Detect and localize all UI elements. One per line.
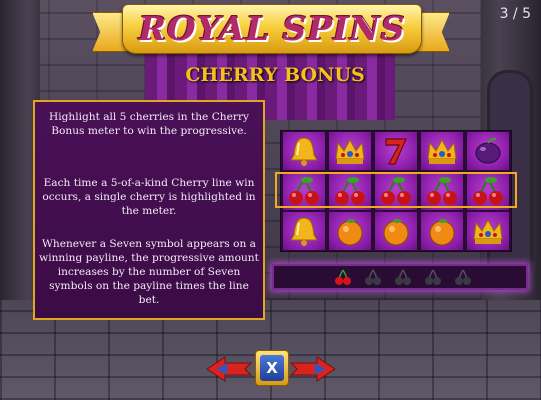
orange-icon [421, 212, 463, 250]
bell-icon [283, 212, 325, 250]
slot-reels [275, 130, 517, 252]
crown-icon [421, 132, 463, 170]
meter-cherry-icon [364, 268, 382, 286]
cherry-icon [329, 172, 371, 210]
info-paragraph: Whenever a Seven symbol appears on a win… [39, 238, 259, 306]
meter-cherry-icon [424, 268, 442, 286]
section-title: CHERRY BONUS [185, 64, 365, 86]
meter-cherry-icon [334, 268, 352, 286]
game-scene: ROYAL SPINS 3 / 5 CHERRY BONUS Highlight… [0, 0, 541, 400]
page-indicator: 3 / 5 [499, 6, 531, 22]
bell-icon [283, 132, 325, 170]
cherry-bonus-meter [272, 264, 528, 290]
arrow-right-icon[interactable] [289, 356, 337, 382]
close-button[interactable]: X [255, 350, 289, 386]
plum-icon [467, 132, 509, 170]
cherry-icon [283, 172, 325, 210]
game-logo: ROYAL SPINS [138, 9, 406, 48]
cherry-icon [421, 172, 463, 210]
logo-banner: ROYAL SPINS [92, 2, 450, 60]
help-navigation: X [205, 350, 337, 386]
info-paragraph: Each time a 5-of-a-kind Cherry line win … [42, 177, 256, 217]
reel-row [281, 171, 511, 211]
meter-cherry-icon [394, 268, 412, 286]
orange-icon [329, 212, 371, 250]
info-paragraph: Highlight all 5 cherries in the Cherry B… [48, 111, 250, 137]
arrow-left-icon[interactable] [205, 356, 253, 382]
cherry-icon [467, 172, 509, 210]
orange-icon [375, 212, 417, 250]
reel-row [281, 211, 511, 251]
meter-cherry-icon [454, 268, 472, 286]
seven-icon [375, 132, 417, 170]
cherry-icon [375, 172, 417, 210]
crown-icon [467, 212, 509, 250]
close-icon: X [260, 355, 284, 381]
info-panel: Highlight all 5 cherries in the Cherry B… [33, 100, 265, 320]
crown-icon [329, 132, 371, 170]
reel-row [281, 131, 511, 171]
